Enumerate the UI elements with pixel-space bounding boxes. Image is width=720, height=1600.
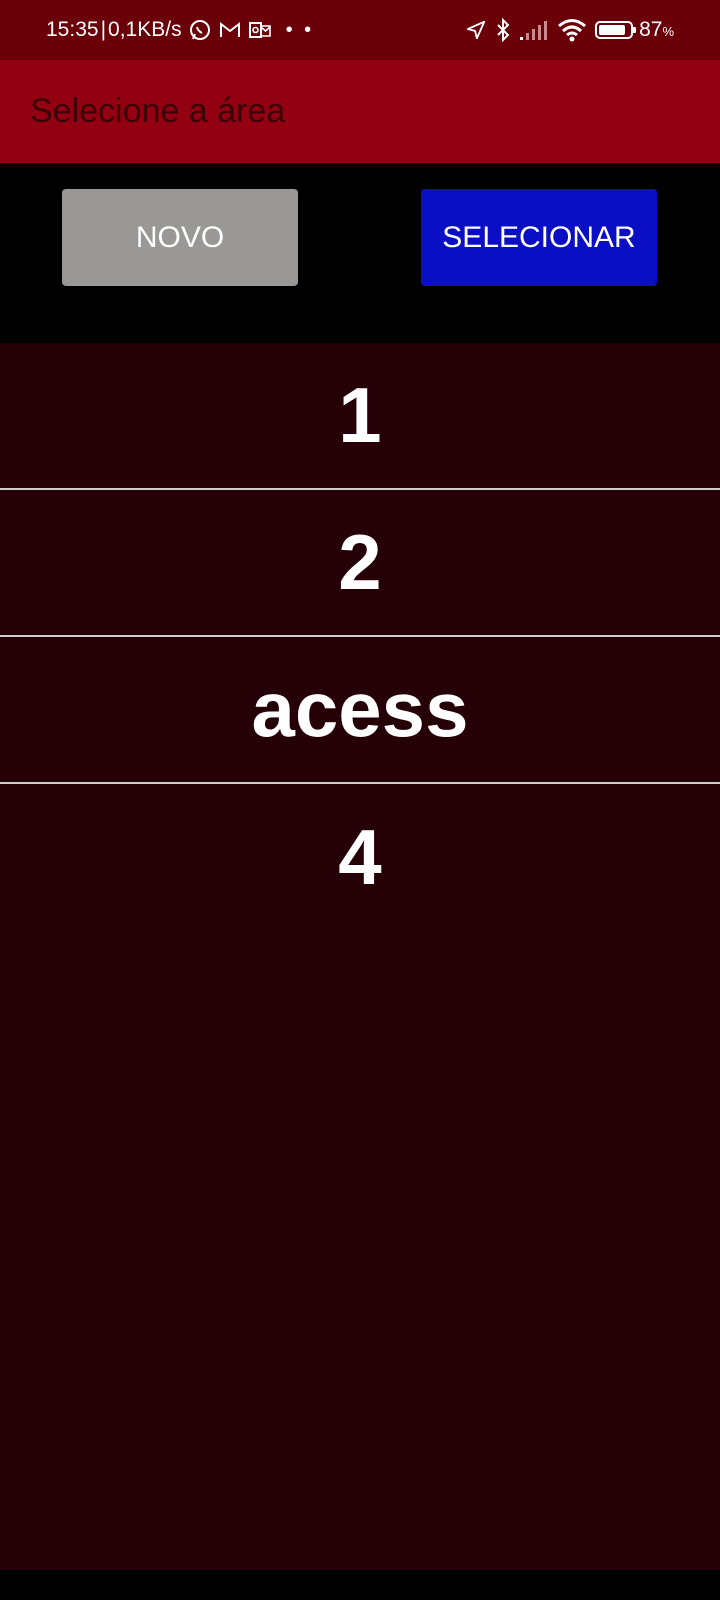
battery-fill: [599, 25, 626, 35]
cell-signal-icon: [519, 18, 549, 42]
outlook-icon: [248, 18, 272, 42]
network-speed: 0,1KB/s: [108, 18, 182, 41]
whatsapp-icon: [188, 18, 212, 42]
more-notifications-dots: • •: [285, 18, 315, 41]
gmail-icon: [218, 18, 242, 42]
location-arrow-icon: [465, 18, 487, 42]
battery-icon: [595, 21, 637, 39]
battery-percent: 87%: [639, 18, 674, 42]
status-separator: |: [100, 18, 107, 41]
selecionar-button[interactable]: SELECIONAR: [421, 189, 657, 286]
status-time: 15:35: [46, 18, 99, 41]
wifi-icon: [557, 18, 587, 42]
novo-button[interactable]: NOVO: [62, 189, 298, 286]
status-right: 87%: [465, 0, 674, 60]
list-item[interactable]: 4: [0, 784, 720, 931]
list-item[interactable]: 1: [0, 343, 720, 490]
status-left: 15:35 | 0,1KB/s • •: [46, 0, 314, 60]
status-bar: 15:35 | 0,1KB/s • • 87%: [0, 0, 720, 60]
battery-percent-value: 87: [639, 18, 663, 41]
list-item[interactable]: acess: [0, 637, 720, 784]
page-title: Selecione a área: [30, 92, 286, 130]
screen: 15:35 | 0,1KB/s • • 87% Selecione a área…: [0, 0, 720, 1600]
navigation-bar: [0, 1570, 720, 1600]
app-bar: Selecione a área: [0, 60, 720, 163]
bluetooth-icon: [495, 17, 511, 43]
battery-percent-unit: %: [662, 24, 674, 39]
area-list[interactable]: 1 2 acess 4: [0, 343, 720, 1570]
list-item[interactable]: 2: [0, 490, 720, 637]
